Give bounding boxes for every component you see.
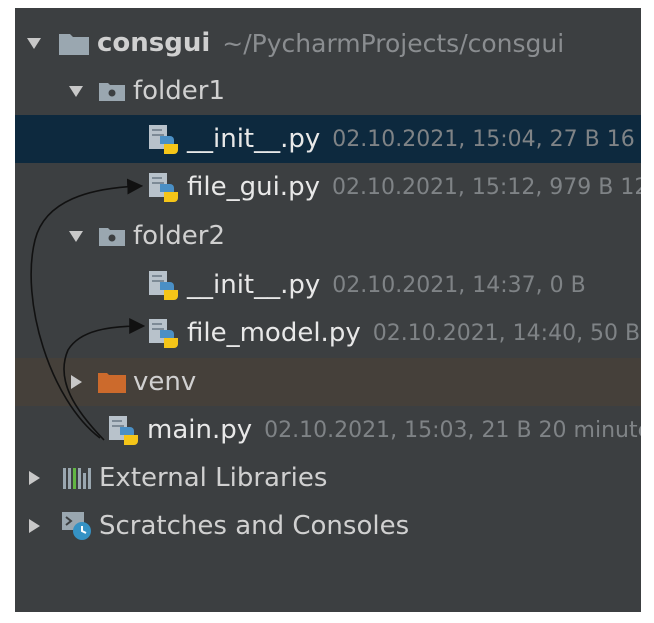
- expanded-arrow-icon[interactable]: [25, 34, 43, 52]
- package-folder-icon: [97, 221, 127, 251]
- external-libraries-name: External Libraries: [99, 463, 328, 493]
- python-file-icon: [107, 415, 141, 445]
- project-tree-panel: consgui ~/PycharmProjects/consgui folder…: [15, 8, 641, 612]
- python-file-icon: [147, 124, 181, 154]
- file-meta: 02.10.2021, 14:40, 50 B 3: [372, 320, 641, 346]
- tree-row-external-libraries[interactable]: External Libraries: [15, 454, 641, 502]
- root-name: consgui: [97, 28, 211, 58]
- collapsed-arrow-icon[interactable]: [67, 373, 85, 391]
- package-folder-icon: [97, 76, 127, 106]
- libraries-icon: [61, 463, 93, 493]
- collapsed-arrow-icon[interactable]: [25, 469, 43, 487]
- python-file-icon: [147, 172, 181, 202]
- tree-row-folder2[interactable]: folder2: [15, 212, 641, 260]
- tree-row-scratches[interactable]: Scratches and Consoles: [15, 502, 641, 550]
- tree-row-venv[interactable]: venv: [15, 358, 641, 406]
- tree-row-folder2-init[interactable]: __init__.py 02.10.2021, 14:37, 0 B: [15, 261, 641, 309]
- file-meta: 02.10.2021, 15:04, 27 B 16 m: [332, 126, 641, 152]
- file-name: file_model.py: [187, 318, 361, 348]
- file-name: main.py: [147, 415, 253, 445]
- tree-row-root[interactable]: consgui ~/PycharmProjects/consgui: [15, 19, 641, 67]
- file-meta: 02.10.2021, 15:12, 979 B 12 r: [331, 174, 641, 200]
- expanded-arrow-icon[interactable]: [67, 82, 85, 100]
- root-path: ~/PycharmProjects/consgui: [222, 28, 565, 58]
- file-meta: 02.10.2021, 15:03, 21 B 20 minutes: [264, 417, 641, 443]
- tree-row-file-model[interactable]: file_model.py 02.10.2021, 14:40, 50 B 3: [15, 309, 641, 357]
- scratches-icon: [61, 511, 93, 541]
- file-name: __init__.py: [187, 124, 321, 154]
- python-file-icon: [147, 318, 181, 348]
- tree-row-file-gui[interactable]: file_gui.py 02.10.2021, 15:12, 979 B 12 …: [15, 163, 641, 211]
- excluded-folder-icon: [97, 367, 127, 397]
- expanded-arrow-icon[interactable]: [67, 227, 85, 245]
- folder1-name: folder1: [133, 76, 226, 106]
- file-name: file_gui.py: [187, 172, 320, 202]
- file-meta: 02.10.2021, 14:37, 0 B: [332, 272, 586, 298]
- tree-row-folder1-init[interactable]: __init__.py 02.10.2021, 15:04, 27 B 16 m: [15, 115, 641, 163]
- tree-row-main[interactable]: main.py 02.10.2021, 15:03, 21 B 20 minut…: [15, 406, 641, 454]
- file-name: __init__.py: [187, 270, 321, 300]
- python-file-icon: [147, 270, 181, 300]
- venv-name: venv: [133, 367, 197, 397]
- scratches-name: Scratches and Consoles: [99, 511, 410, 541]
- folder-icon: [57, 28, 91, 58]
- folder2-name: folder2: [133, 221, 226, 251]
- collapsed-arrow-icon[interactable]: [25, 517, 43, 535]
- tree-row-folder1[interactable]: folder1: [15, 67, 641, 115]
